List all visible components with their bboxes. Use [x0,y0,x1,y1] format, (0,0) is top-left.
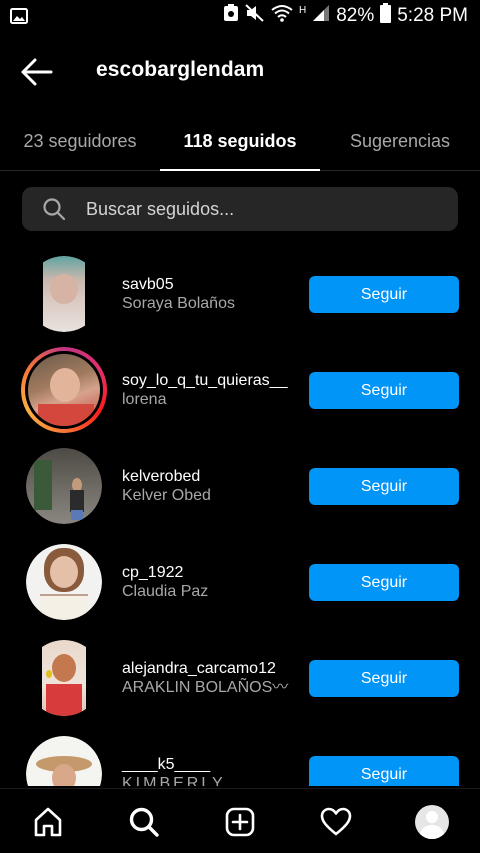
mute-icon [245,4,265,28]
list-item: ____k5____ KIMBERLY Seguir [0,726,480,786]
follow-button[interactable]: Seguir [309,372,459,409]
follow-button[interactable]: Seguir [309,276,459,313]
search-icon [129,807,159,837]
profile-avatar [415,805,449,839]
nav-home[interactable] [28,802,68,842]
username[interactable]: alejandra_carcamo12 [122,659,302,678]
follow-button[interactable]: Seguir [309,468,459,505]
battery-icon [380,3,392,29]
tab-suggestions[interactable]: Sugerencias [320,111,480,171]
username[interactable]: soy_lo_q_tu_quieras__ [122,371,302,390]
gallery-notification-icon [10,8,28,29]
tab-following[interactable]: 118 seguidos [160,111,320,171]
avatar[interactable] [26,736,102,786]
active-tab-indicator [160,169,320,171]
tab-followers[interactable]: 23 seguidores [0,111,160,171]
following-list: savb05 Soraya Bolaños Seguir soy_lo_q_tu… [0,246,480,786]
follow-button[interactable]: Seguir [309,660,459,697]
status-bar: H 82% 5:28 PM [0,0,480,33]
nav-activity[interactable] [316,802,356,842]
full-name: KIMBERLY [122,775,226,786]
list-item: cp_1922 Claudia Paz Seguir [0,534,480,630]
page-title: escobarglendam [96,58,265,81]
nav-create[interactable] [220,802,260,842]
avatar[interactable] [26,544,102,620]
battery-percent: 82% [336,5,375,26]
full-name: Kelver Obed [122,487,211,504]
nav-profile[interactable] [412,802,452,842]
back-button[interactable] [20,57,54,87]
list-item: alejandra_carcamo12 ARAKLIN BOLAÑOS〰 Seg… [0,630,480,726]
avatar[interactable] [26,256,102,332]
list-item: soy_lo_q_tu_quieras__ lorena Seguir [0,342,480,438]
search-input[interactable] [86,198,416,220]
avatar[interactable] [26,448,102,524]
list-item: savb05 Soraya Bolaños Seguir [0,246,480,342]
username[interactable]: ____k5____ [122,755,302,774]
back-arrow-icon [21,58,53,86]
full-name: lorena [122,391,167,408]
profile-header: escobarglendam [0,33,480,111]
follow-tabs: 23 seguidores 118 seguidos Sugerencias [0,111,480,171]
list-item: kelverobed Kelver Obed Seguir [0,438,480,534]
search-bar[interactable] [22,187,458,231]
full-name: Claudia Paz [122,583,209,600]
wifi-icon [271,4,293,28]
search-icon [43,198,66,221]
network-type-label: H [298,5,307,16]
clock-time: 5:28 PM [397,5,468,26]
username[interactable]: cp_1922 [122,563,302,582]
avatar[interactable] [26,640,102,716]
username[interactable]: savb05 [122,275,302,294]
avatar-story-ring[interactable] [21,347,107,433]
follow-button[interactable]: Seguir [309,756,459,786]
signal-icon [312,4,330,28]
bottom-navigation [0,788,480,853]
full-name: ARAKLIN BOLAÑOS〰 [122,679,289,696]
nav-search[interactable] [124,802,164,842]
security-notification-icon [223,4,239,28]
full-name: Soraya Bolaños [122,295,235,312]
activity-heart-icon [320,807,352,836]
username[interactable]: kelverobed [122,467,302,486]
follow-button[interactable]: Seguir [309,564,459,601]
create-icon [225,807,255,837]
home-icon [34,807,62,837]
